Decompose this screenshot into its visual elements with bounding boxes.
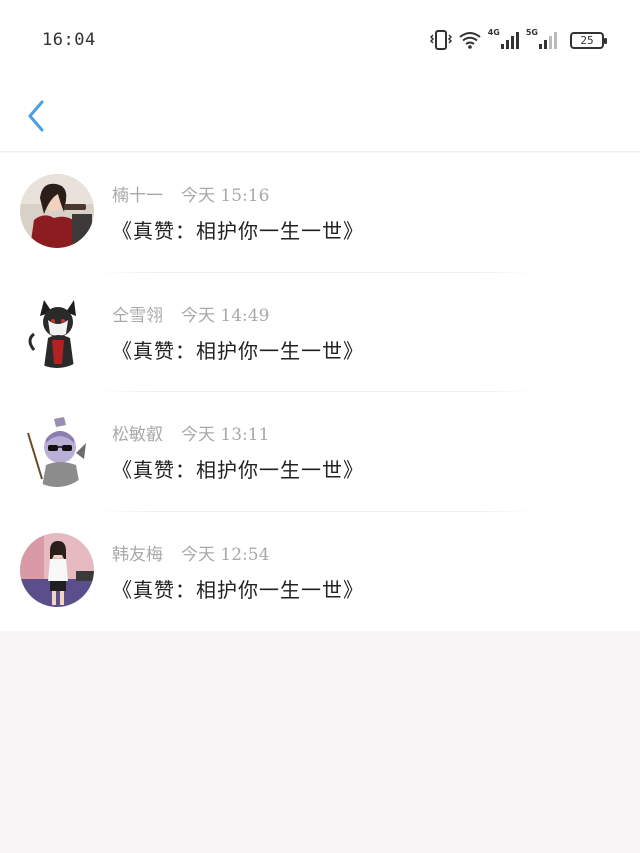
vibrate-icon: [429, 30, 452, 50]
sender-name[interactable]: 楠十一: [112, 181, 163, 206]
status-icons: 4G 5G 25: [429, 27, 607, 53]
signal-weak-icon: [538, 30, 558, 50]
list-item[interactable]: 韩友梅 今天 12:54 《真赞：相护你一生一世》: [0, 512, 640, 632]
back-button[interactable]: [18, 96, 54, 140]
battery-level: 25: [580, 33, 594, 47]
message-meta: 仝雪翎 今天 14:49: [112, 301, 269, 326]
avatar[interactable]: [20, 174, 94, 248]
avatar[interactable]: [20, 413, 94, 487]
avatar[interactable]: [20, 532, 94, 607]
message-content[interactable]: 《真赞：相护你一生一世》: [112, 215, 364, 244]
message-content[interactable]: 《真赞：相护你一生一世》: [112, 335, 364, 364]
message-content[interactable]: 《真赞：相护你一生一世》: [112, 454, 364, 483]
avatar[interactable]: [20, 293, 94, 368]
avatar-cartoon-sunglasses-icon: [20, 413, 94, 487]
avatar-photo-room-icon: [20, 532, 94, 607]
avatar-photo-girl-icon: [20, 174, 94, 248]
message-content[interactable]: 《真赞：相护你一生一世》: [112, 574, 364, 603]
network-label-5g: 5G: [525, 27, 538, 37]
wifi-icon: [458, 30, 482, 50]
signal-icon: [500, 30, 520, 50]
network-label-4g: 4G: [487, 27, 500, 37]
message-meta: 韩友梅 今天 12:54: [112, 540, 269, 565]
list-item[interactable]: 楠十一 今天 15:16 《真赞：相护你一生一世》: [0, 153, 640, 273]
list-item[interactable]: 仝雪翎 今天 14:49 《真赞：相护你一生一世》: [0, 273, 640, 392]
message-list: 楠十一 今天 15:16 《真赞：相护你一生一世》 仝雪翎 今天 14:49 《…: [0, 153, 640, 631]
sender-name[interactable]: 韩友梅: [112, 540, 163, 565]
status-time: 16:04: [42, 30, 96, 50]
battery-icon: 25: [570, 31, 607, 49]
message-time: 今天 12:54: [181, 544, 270, 565]
chevron-left-icon: [27, 100, 45, 136]
message-meta: 楠十一 今天 15:16: [112, 181, 269, 206]
message-time: 今天 14:49: [181, 305, 270, 326]
top-bar: 16:04 4G 5G 25: [0, 0, 640, 152]
message-meta: 松敏叡 今天 13:11: [112, 420, 269, 445]
list-item[interactable]: 松敏叡 今天 13:11 《真赞：相护你一生一世》: [0, 392, 640, 512]
avatar-cartoon-cat-icon: [20, 293, 94, 368]
message-time: 今天 13:11: [181, 425, 270, 445]
sender-name[interactable]: 仝雪翎: [112, 301, 163, 326]
sender-name[interactable]: 松敏叡: [112, 420, 163, 445]
message-time: 今天 15:16: [181, 186, 270, 206]
